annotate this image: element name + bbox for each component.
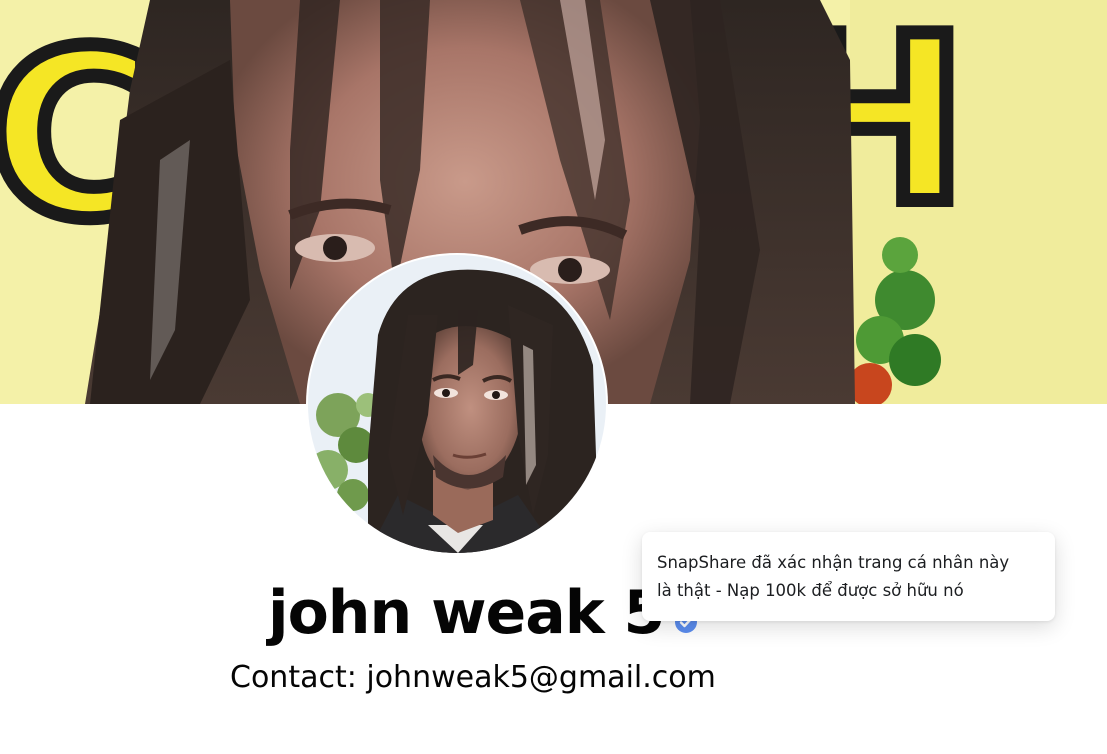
tooltip-line-1: SnapShare đã xác nhận trang cá nhân này bbox=[657, 553, 1010, 572]
profile-name: john weak 5 bbox=[268, 578, 665, 648]
profile-page: C H john weak 5 Contact: johnweak5@gmail… bbox=[0, 0, 1107, 754]
profile-contact: Contact: johnweak5@gmail.com bbox=[230, 660, 716, 695]
profile-avatar[interactable] bbox=[306, 253, 608, 555]
verified-tooltip: SnapShare đã xác nhận trang cá nhân này … bbox=[642, 532, 1055, 621]
profile-name-row: john weak 5 bbox=[268, 578, 698, 648]
avatar-image bbox=[308, 255, 606, 553]
tooltip-line-2: là thật - Nạp 100k để được sở hữu nó bbox=[657, 581, 964, 600]
